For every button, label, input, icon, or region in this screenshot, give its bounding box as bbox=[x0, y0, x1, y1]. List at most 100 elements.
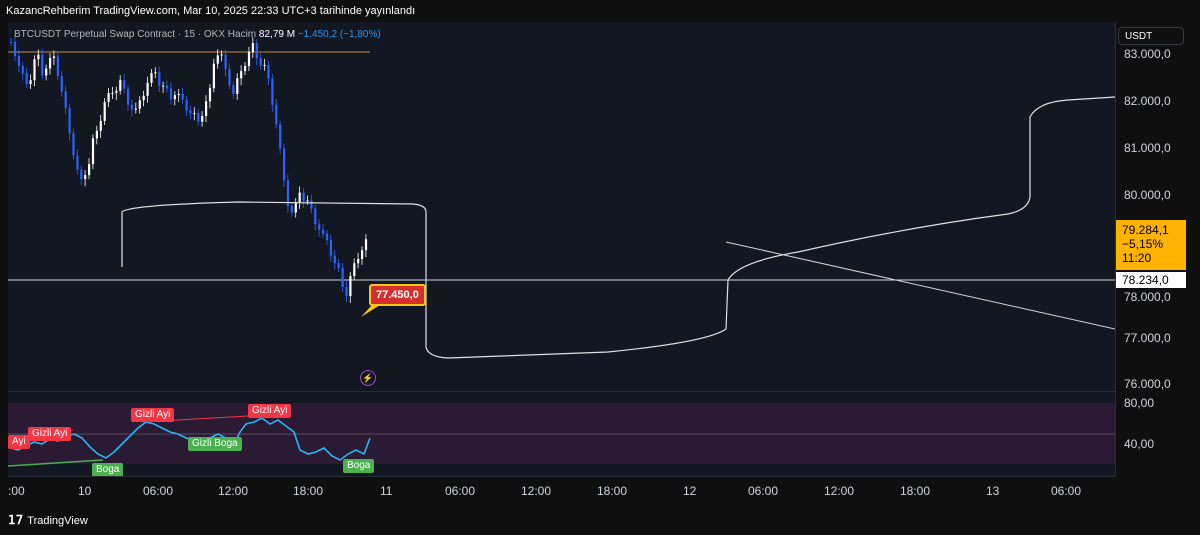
candle-body bbox=[259, 58, 262, 66]
candle-body bbox=[267, 64, 270, 79]
current-price: 79.284,1 bbox=[1122, 223, 1169, 237]
candle-body bbox=[263, 64, 266, 66]
current-price-badge: 79.284,1 −5,15% 11:20 bbox=[1116, 220, 1186, 270]
candle-body bbox=[181, 94, 184, 100]
candle-body bbox=[49, 58, 52, 69]
price-label-80000: 80.000,0 bbox=[1124, 188, 1171, 202]
candle-body bbox=[236, 78, 239, 94]
candle-body bbox=[60, 75, 63, 92]
time-label: 12 bbox=[683, 484, 697, 498]
time-label: :00 bbox=[8, 484, 25, 498]
candle-body bbox=[64, 91, 67, 109]
candle-body bbox=[177, 94, 180, 96]
candle-body bbox=[251, 43, 254, 52]
candlestick-series bbox=[10, 37, 368, 303]
symbol-label: BTCUSDT Perpetual Swap Contract · 15 · O… bbox=[14, 29, 226, 40]
time-label: 12:00 bbox=[218, 484, 249, 498]
lightning-icon[interactable]: ⚡ bbox=[360, 370, 376, 386]
candle-body bbox=[91, 138, 95, 165]
price-change: −1.450,2 (−1,80%) bbox=[297, 29, 381, 40]
candle-body bbox=[271, 78, 274, 105]
candle-body bbox=[244, 65, 247, 72]
candle-body bbox=[95, 130, 98, 139]
candle-body bbox=[224, 54, 227, 70]
osc-label-bull-2: Boga bbox=[343, 459, 375, 473]
candle-body bbox=[111, 92, 114, 94]
candle-body bbox=[357, 258, 360, 264]
candle-body bbox=[154, 72, 157, 74]
candle-body bbox=[146, 82, 149, 96]
price-label-82000: 82.000,0 bbox=[1124, 94, 1171, 108]
candle-body bbox=[103, 102, 106, 121]
candle-body bbox=[76, 155, 79, 170]
price-tag-pointer bbox=[361, 305, 380, 317]
chart-legend: BTCUSDT Perpetual Swap Contract · 15 · O… bbox=[14, 29, 381, 40]
candle-body bbox=[107, 93, 110, 103]
time-label: 11 bbox=[380, 484, 393, 498]
volume-label: Hacim bbox=[227, 29, 257, 40]
time-label: 06:00 bbox=[748, 484, 779, 498]
time-label: 10 bbox=[78, 484, 92, 498]
price-chart-pane[interactable]: BTCUSDT Perpetual Swap Contract · 15 · O… bbox=[8, 22, 1115, 392]
candle-body bbox=[283, 148, 286, 181]
candle-body bbox=[130, 104, 134, 110]
trend-line bbox=[725, 241, 1115, 330]
candle-body bbox=[134, 108, 137, 110]
candle-body bbox=[318, 224, 321, 230]
candle-body bbox=[298, 192, 301, 204]
price-label-tag[interactable]: 77.450,0 bbox=[369, 284, 426, 306]
rsi-svg bbox=[8, 403, 1115, 467]
rsi-pane[interactable] bbox=[8, 392, 1115, 476]
tradingview-logo[interactable]: 𝟣𝟩 TradingView bbox=[8, 513, 88, 527]
candle-body bbox=[185, 99, 188, 111]
footer: 𝟣𝟩 TradingView bbox=[0, 505, 1200, 535]
candle-body bbox=[220, 54, 223, 56]
osc-label-hidden-bear-2: Gizli Ayi bbox=[131, 408, 175, 422]
projection-path bbox=[121, 96, 1115, 359]
price-label-77000: 77.000,0 bbox=[1124, 331, 1171, 345]
price-label-78000: 78.000,0 bbox=[1124, 290, 1171, 304]
time-label: 18:00 bbox=[900, 484, 931, 498]
candle-body bbox=[173, 95, 176, 100]
time-label: 13 bbox=[986, 484, 1000, 498]
candle-body bbox=[208, 88, 212, 102]
candle-body bbox=[166, 85, 169, 89]
osc-label-80: 80,00 bbox=[1124, 396, 1155, 410]
candle-body bbox=[322, 229, 325, 234]
candle-body bbox=[349, 276, 352, 296]
time-axis[interactable]: :00 10 06:00 12:00 18:00 11 06:00 12:00 … bbox=[8, 476, 1115, 505]
candle-body bbox=[228, 69, 231, 86]
candle-body bbox=[279, 124, 282, 149]
candle-body bbox=[275, 104, 278, 125]
candle-body bbox=[56, 56, 59, 76]
candle-body bbox=[10, 42, 13, 43]
candle-body bbox=[189, 110, 192, 114]
osc-label-hidden-bear-3: Gizli Ayi bbox=[248, 404, 292, 418]
candle-body bbox=[193, 113, 196, 115]
time-label: 18:00 bbox=[597, 484, 628, 498]
time-label: 12:00 bbox=[521, 484, 552, 498]
tradingview-logo-icon: 𝟣𝟩 bbox=[8, 513, 24, 527]
candle-body bbox=[84, 175, 87, 180]
candle-body bbox=[52, 56, 56, 59]
candle-body bbox=[29, 80, 32, 84]
candle-body bbox=[45, 68, 48, 76]
candle-body bbox=[41, 54, 44, 76]
candle-body bbox=[99, 120, 102, 131]
candle-body bbox=[68, 108, 71, 134]
candle-body bbox=[290, 205, 293, 213]
candle-body bbox=[127, 88, 130, 105]
price-label-76000: 76.000,0 bbox=[1124, 377, 1171, 391]
candle-body bbox=[72, 133, 75, 156]
osc-label-bear-1: Ayi bbox=[8, 435, 30, 449]
candle-body bbox=[115, 90, 118, 93]
candle-body bbox=[150, 73, 153, 83]
candle-body bbox=[345, 286, 348, 296]
candle-body bbox=[169, 88, 173, 100]
candle-body bbox=[80, 169, 83, 180]
candle-body bbox=[201, 115, 204, 122]
candle-body bbox=[197, 113, 200, 122]
currency-button[interactable]: USDT bbox=[1118, 27, 1184, 45]
candle-body bbox=[310, 200, 313, 209]
top-bar: KazancRehberim TradingView.com, Mar 10, … bbox=[0, 0, 1200, 22]
